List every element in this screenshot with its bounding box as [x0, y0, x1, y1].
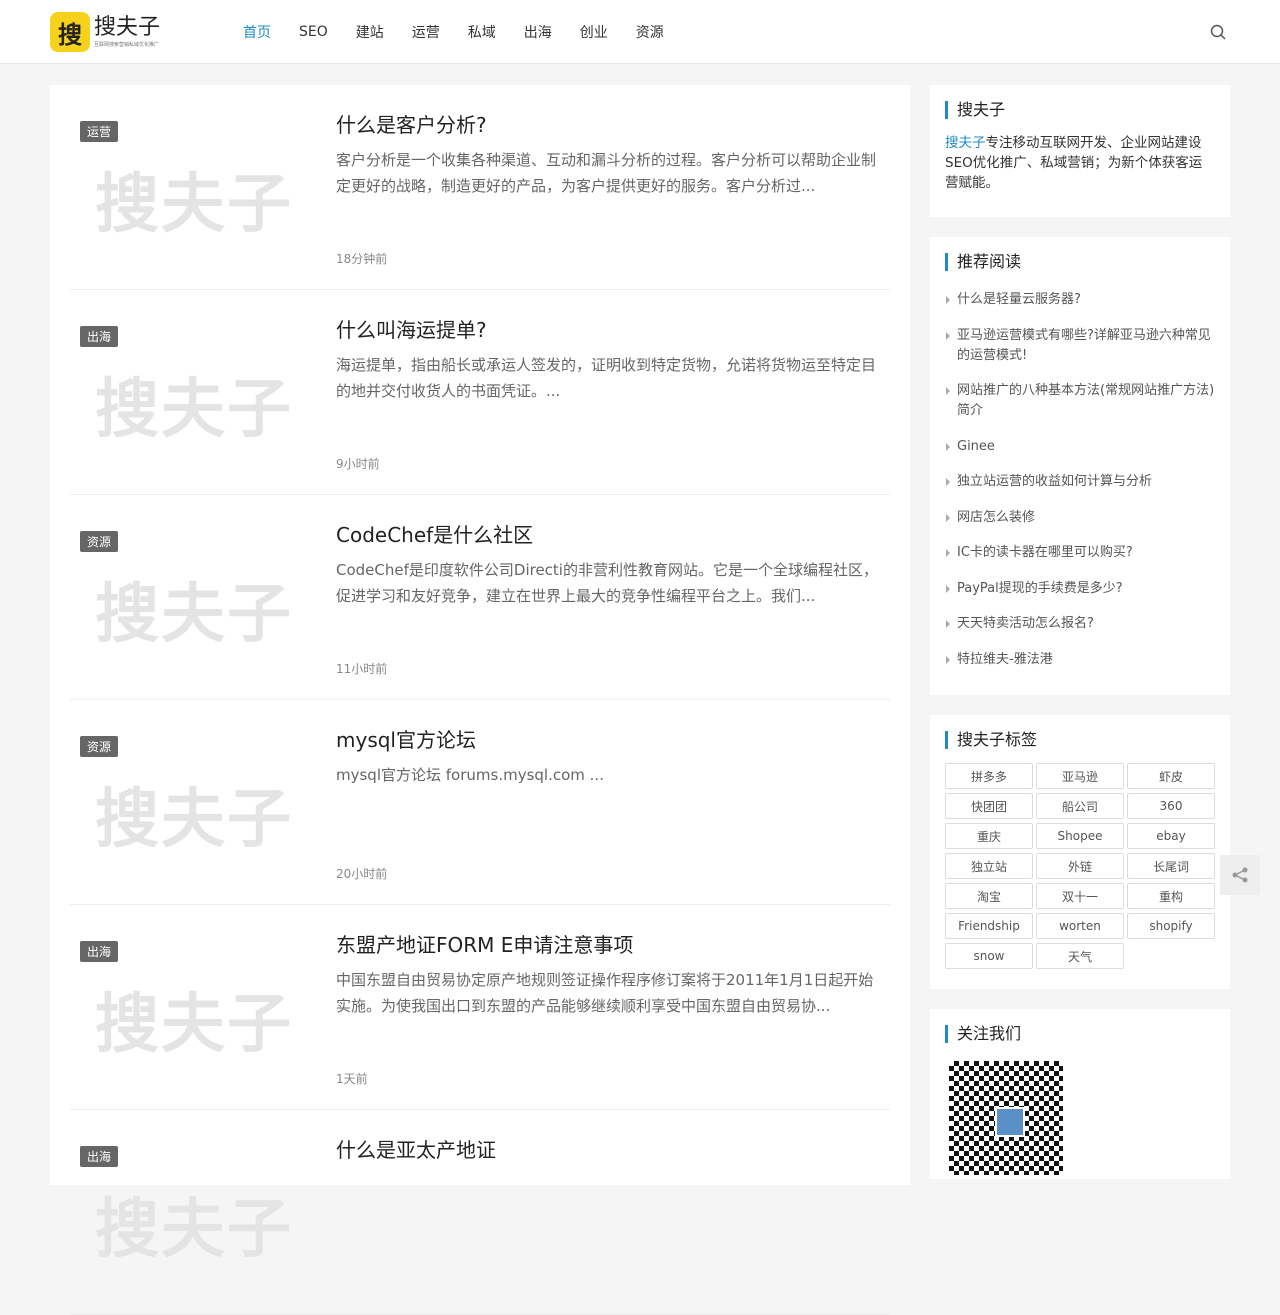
tag-link[interactable]: 重构	[1127, 883, 1215, 909]
post-list: 搜夫子 运营 什么是客户分析? 客户分析是一个收集各种渠道、互动和漏斗分析的过程。客户…	[50, 85, 910, 1315]
qr-code	[945, 1057, 1067, 1179]
post-thumbnail[interactable]: 搜夫子 资源	[80, 730, 300, 875]
recommended-link[interactable]: PayPal提现的手续费是多少?	[945, 579, 1215, 599]
recommended-link[interactable]: Ginee	[945, 437, 1215, 457]
post-time: 11小时前	[336, 662, 388, 676]
tag-link[interactable]: 快团团	[945, 793, 1033, 819]
tag-link[interactable]: 重庆	[945, 823, 1033, 849]
site-logo[interactable]: 搜 搜夫子 互联网搜索营销私域优化推广	[50, 12, 160, 52]
tag-link[interactable]: 虾皮	[1127, 763, 1215, 789]
post-excerpt: mysql官方论坛 forums.mysql.com ...	[336, 766, 604, 784]
post-item: 搜夫子 出海 东盟产地证FORM E申请注意事项中国东盟自由贸易协定原产地规则签证操…	[70, 905, 890, 1110]
nav-item[interactable]: 运营	[412, 22, 440, 42]
category-badge[interactable]: 出海	[80, 941, 119, 962]
tags-title: 搜夫子标签	[945, 731, 1215, 749]
search-icon[interactable]	[1210, 24, 1226, 40]
post-excerpt: 中国东盟自由贸易协定原产地规则签证操作程序修订案将于2011年1月1日起开始实施…	[336, 971, 874, 1015]
post-time: 9小时前	[336, 457, 380, 471]
post-title[interactable]: 什么是亚太产地证	[336, 1134, 496, 1163]
recommended-link[interactable]: 天天特卖活动怎么报名?	[945, 614, 1215, 634]
post-thumbnail[interactable]: 搜夫子 出海	[80, 320, 300, 465]
tag-link[interactable]: worten	[1036, 913, 1124, 939]
tag-link[interactable]: 天气	[1036, 943, 1124, 969]
share-button[interactable]	[1220, 855, 1260, 895]
thumbnail-watermark: 搜夫子	[95, 783, 293, 857]
tags-widget: 搜夫子标签 拼多多 亚马逊 虾皮快团团 船公司 360 重庆 Shopee ebay 独立站 外链…	[930, 715, 1230, 989]
post-thumbnail[interactable]: 搜夫子 运营	[80, 115, 300, 260]
tag-link[interactable]: 外链	[1036, 853, 1124, 879]
tag-link[interactable]: 拼多多	[945, 763, 1033, 789]
post-item: 搜夫子 出海 什么是亚太产地证	[70, 1110, 890, 1315]
recommended-link[interactable]: 网站推广的八种基本方法(常规网站推广方法)简介	[945, 381, 1215, 421]
about-title: 搜夫子	[945, 101, 1215, 119]
post-excerpt: CodeChef是印度软件公司Directi的非营利性教育网站。它是一个全球编程…	[336, 561, 878, 605]
thumbnail-watermark: 搜夫子	[95, 578, 293, 652]
tag-link[interactable]: snow	[945, 943, 1033, 969]
about-widget: 搜夫子 搜夫子专注移动互联网开发、企业网站建设SEO优化推广、私域营销；为新个体…	[930, 85, 1230, 217]
recommended-title: 推荐阅读	[945, 253, 1215, 271]
thumbnail-watermark: 搜夫子	[95, 988, 293, 1062]
tag-link[interactable]: ebay	[1127, 823, 1215, 849]
nav-item[interactable]: SEO	[299, 24, 328, 40]
nav-item[interactable]: 首页	[243, 22, 271, 42]
nav-item[interactable]: 创业	[580, 22, 608, 42]
recommended-link[interactable]: 网店怎么装修	[945, 508, 1215, 528]
nav-item[interactable]: 私域	[468, 22, 496, 42]
category-badge[interactable]: 出海	[80, 326, 119, 347]
category-badge[interactable]: 资源	[80, 531, 119, 552]
post-thumbnail[interactable]: 搜夫子 出海	[80, 935, 300, 1080]
post-time: 20小时前	[336, 867, 388, 881]
post-title[interactable]: mysql官方论坛	[336, 724, 476, 753]
thumbnail-watermark: 搜夫子	[95, 1193, 293, 1267]
post-thumbnail[interactable]: 搜夫子 资源	[80, 525, 300, 670]
post-title[interactable]: 什么叫海运提单?	[336, 314, 487, 343]
category-badge[interactable]: 出海	[80, 1146, 119, 1167]
category-badge[interactable]: 资源	[80, 736, 119, 757]
nav-item[interactable]: 资源	[636, 22, 664, 42]
post-time: 18分钟前	[336, 252, 388, 266]
post-thumbnail[interactable]: 搜夫子 出海	[80, 1140, 300, 1285]
post-title[interactable]: 什么是客户分析?	[336, 109, 487, 138]
post-item: 搜夫子 资源 mysql官方论坛 mysql官方论坛 forums.mysql.com…	[70, 700, 890, 905]
post-excerpt: 海运提单，指由船长或承运人签发的，证明收到特定货物，允诺将货物运至特定目的地并交…	[336, 356, 877, 400]
tag-link[interactable]: Shopee	[1036, 823, 1124, 849]
nav-item[interactable]: 建站	[356, 22, 384, 42]
tag-link[interactable]: 360	[1127, 793, 1215, 819]
thumbnail-watermark: 搜夫子	[95, 168, 293, 242]
nav-item[interactable]: 出海	[524, 22, 552, 42]
recommended-link[interactable]: 什么是轻量云服务器?	[945, 290, 1215, 310]
tag-link[interactable]: 淘宝	[945, 883, 1033, 909]
main-nav: 首页 SEO 建站 运营 私域 出海 创业 资源	[243, 0, 692, 64]
tag-link[interactable]: 独立站	[945, 853, 1033, 879]
logo-name: 搜夫子	[94, 15, 161, 40]
post-item: 搜夫子 出海 什么叫海运提单? 海运提单，指由船长或承运人签发的，证明收到特定货物，允…	[70, 290, 890, 495]
post-item: 搜夫子 资源 CodeChef是什么社区 CodeChef是印度软件公司Directi…	[70, 495, 890, 700]
tag-link[interactable]: 长尾词	[1127, 853, 1215, 879]
post-excerpt: 客户分析是一个收集各种渠道、互动和漏斗分析的过程。客户分析可以帮助企业制定更好的…	[336, 151, 877, 195]
about-link[interactable]: 搜夫子	[945, 135, 986, 151]
post-time: 1天前	[336, 1072, 368, 1086]
logo-tagline: 互联网搜索营销私域优化推广	[94, 42, 160, 48]
tag-link[interactable]: 亚马逊	[1036, 763, 1124, 789]
recommended-link[interactable]: 特拉维夫-雅法港	[945, 650, 1215, 670]
tag-link[interactable]: Friendship	[945, 913, 1033, 939]
logo-mark: 搜	[50, 12, 90, 52]
post-item: 搜夫子 运营 什么是客户分析? 客户分析是一个收集各种渠道、互动和漏斗分析的过程。客户…	[70, 85, 890, 290]
recommended-link[interactable]: 亚马逊运营模式有哪些?详解亚马逊六种常见的运营模式!	[945, 326, 1215, 366]
recommended-widget: 推荐阅读 什么是轻量云服务器? 亚马逊运营模式有哪些?详解亚马逊六种常见的运营模式…	[930, 237, 1230, 695]
follow-widget: 关注我们	[930, 1009, 1230, 1179]
follow-title: 关注我们	[945, 1025, 1215, 1043]
tag-link[interactable]: 船公司	[1036, 793, 1124, 819]
recommended-link[interactable]: IC卡的读卡器在哪里可以购买?	[945, 543, 1215, 563]
site-header: 搜 搜夫子 互联网搜索营销私域优化推广 首页 SEO 建站 运营 私域 出海 创业 资源	[0, 0, 1280, 64]
post-title[interactable]: CodeChef是什么社区	[336, 519, 533, 548]
thumbnail-watermark: 搜夫子	[95, 373, 293, 447]
post-title[interactable]: 东盟产地证FORM E申请注意事项	[336, 929, 633, 958]
tag-link[interactable]: 双十一	[1036, 883, 1124, 909]
category-badge[interactable]: 运营	[80, 121, 119, 142]
tag-link[interactable]: shopify	[1127, 913, 1215, 939]
share-icon	[1232, 867, 1248, 883]
recommended-link[interactable]: 独立站运营的收益如何计算与分析	[945, 472, 1215, 492]
